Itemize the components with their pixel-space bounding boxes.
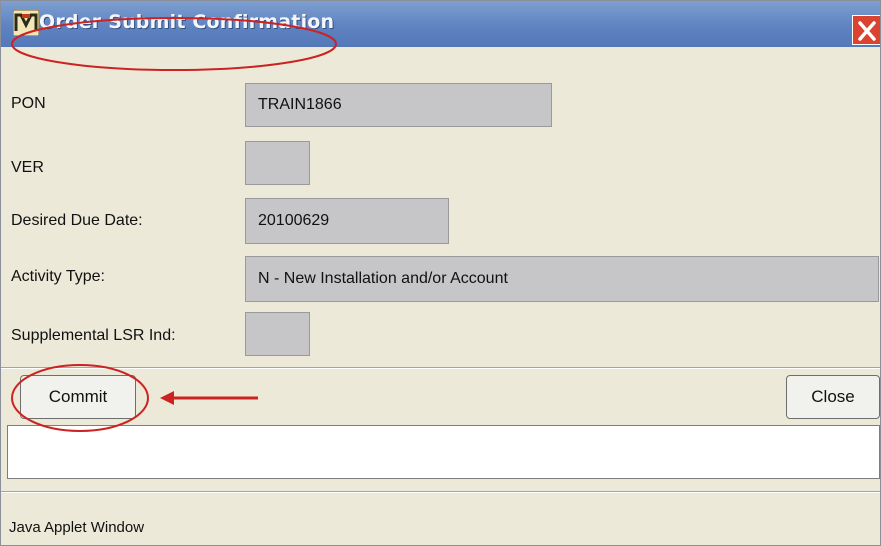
commit-highlight-circle [11, 364, 149, 432]
arrow-to-commit [160, 391, 258, 405]
annotation-overlay [11, 17, 337, 432]
title-highlight-circle [11, 17, 337, 71]
